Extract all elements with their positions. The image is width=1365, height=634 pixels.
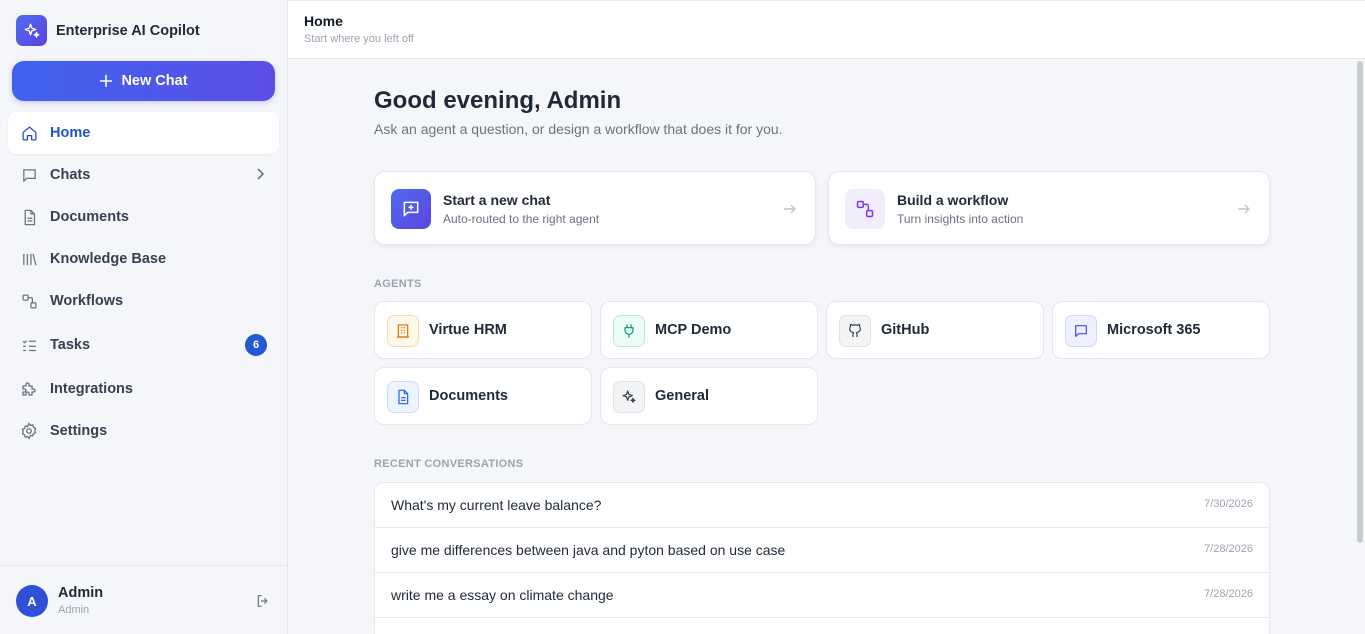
conversation-date: 7/30/2026 <box>1204 498 1253 510</box>
page-header: Home Start where you left off <box>288 0 1365 59</box>
agent-card-mcp-demo[interactable]: MCP Demo <box>600 301 818 359</box>
sidebar-item-integrations[interactable]: Integrations <box>8 368 279 410</box>
sidebar-item-chats[interactable]: Chats <box>8 154 279 196</box>
sidebar-item-label: Documents <box>50 209 129 225</box>
conversation-date: 7/28/2026 <box>1204 588 1253 600</box>
user-panel: A Admin Admin <box>0 565 287 634</box>
plus-icon <box>100 75 113 87</box>
tasks-count-badge: 6 <box>245 334 267 356</box>
sidebar-item-home[interactable]: Home <box>8 112 279 154</box>
recent-section-label: RECENT CONVERSATIONS <box>374 458 524 470</box>
agent-label: Documents <box>429 388 508 404</box>
conversation-date: 7/28/2026 <box>1204 543 1253 555</box>
list-item[interactable]: give me differences between java and pyt… <box>375 528 1269 573</box>
page-subtitle: Start where you left off <box>304 33 414 45</box>
sidebar-nav: Home Chats Documents Knowledge Base Work… <box>8 112 279 452</box>
card-subtitle: Auto-routed to the right agent <box>443 212 600 226</box>
recent-conversations-list: What's my current leave balance? 7/30/20… <box>374 482 1270 634</box>
home-icon <box>20 124 38 142</box>
arrow-right-icon <box>1237 202 1251 221</box>
sidebar-item-workflows[interactable]: Workflows <box>8 280 279 322</box>
agent-card-microsoft-365[interactable]: Microsoft 365 <box>1052 301 1270 359</box>
puzzle-icon <box>20 380 38 398</box>
main-content: Good evening, Admin Ask an agent a quest… <box>288 59 1354 634</box>
list-item[interactable]: What's my current leave balance? 7/30/20… <box>375 483 1269 528</box>
sidebar-item-label: Integrations <box>50 381 133 397</box>
sidebar-item-tasks[interactable]: Tasks 6 <box>8 324 279 366</box>
new-chat-button[interactable]: New Chat <box>12 61 275 101</box>
agent-label: General <box>655 388 709 404</box>
user-role: Admin <box>58 604 90 616</box>
tasks-icon <box>20 336 38 354</box>
sidebar-item-label: Workflows <box>50 293 124 309</box>
workflow-icon <box>845 189 885 229</box>
sidebar-item-knowledge-base[interactable]: Knowledge Base <box>8 238 279 280</box>
card-title: Start a new chat <box>443 192 551 208</box>
agent-label: GitHub <box>881 322 930 338</box>
sidebar-item-label: Home <box>50 125 91 141</box>
conversation-title: write me a essay on climate change <box>391 587 614 603</box>
sidebar-item-label: Settings <box>50 423 108 439</box>
plug-icon <box>613 315 645 347</box>
start-chat-card[interactable]: Start a new chat Auto-routed to the righ… <box>374 171 816 245</box>
agent-card-general[interactable]: General <box>600 367 818 425</box>
chat-icon <box>20 166 38 184</box>
sidebar-item-label: Chats <box>50 167 91 183</box>
brand[interactable]: Enterprise AI Copilot <box>16 15 200 46</box>
sidebar-item-documents[interactable]: Documents <box>8 196 279 238</box>
card-subtitle: Turn insights into action <box>897 212 1024 226</box>
avatar[interactable]: A <box>16 585 48 617</box>
user-name: Admin <box>58 585 104 601</box>
agent-card-documents[interactable]: Documents <box>374 367 592 425</box>
github-icon <box>839 315 871 347</box>
sidebar-item-label: Tasks <box>50 337 91 353</box>
greeting-subtitle: Ask an agent a question, or design a wor… <box>374 121 783 137</box>
new-chat-label: New Chat <box>121 73 188 89</box>
scrollbar[interactable] <box>1357 61 1363 543</box>
library-icon <box>20 250 38 268</box>
app-name: Enterprise AI Copilot <box>56 22 200 39</box>
agent-card-github[interactable]: GitHub <box>826 301 1044 359</box>
logout-icon[interactable] <box>255 593 271 614</box>
sidebar-item-settings[interactable]: Settings <box>8 410 279 452</box>
conversation-title: give me differences between java and pyt… <box>391 542 786 558</box>
message-plus-icon <box>391 189 431 229</box>
agent-label: Microsoft 365 <box>1107 322 1201 338</box>
greeting: Good evening, Admin <box>374 87 622 114</box>
arrow-right-icon <box>783 202 797 221</box>
list-item[interactable]: write me a essay on climate change 7/28/… <box>375 573 1269 618</box>
document-icon <box>20 208 38 226</box>
page-title: Home <box>304 13 343 29</box>
chevron-right-icon[interactable] <box>255 167 265 185</box>
message-icon <box>1065 315 1097 347</box>
agent-card-virtue-hrm[interactable]: Virtue HRM <box>374 301 592 359</box>
card-title: Build a workflow <box>897 192 1009 208</box>
gear-icon <box>20 422 38 440</box>
sidebar: Enterprise AI Copilot New Chat Home Chat… <box>0 0 288 634</box>
agent-label: MCP Demo <box>655 322 732 338</box>
document-icon <box>387 381 419 413</box>
agents-section-label: AGENTS <box>374 278 422 290</box>
building-icon <box>387 315 419 347</box>
sidebar-item-label: Knowledge Base <box>50 251 167 267</box>
build-workflow-card[interactable]: Build a workflow Turn insights into acti… <box>828 171 1270 245</box>
workflow-icon <box>20 292 38 310</box>
sparkle-icon <box>16 15 47 46</box>
conversation-title: What's my current leave balance? <box>391 497 602 513</box>
sparkle-icon <box>613 381 645 413</box>
agent-label: Virtue HRM <box>429 322 507 338</box>
